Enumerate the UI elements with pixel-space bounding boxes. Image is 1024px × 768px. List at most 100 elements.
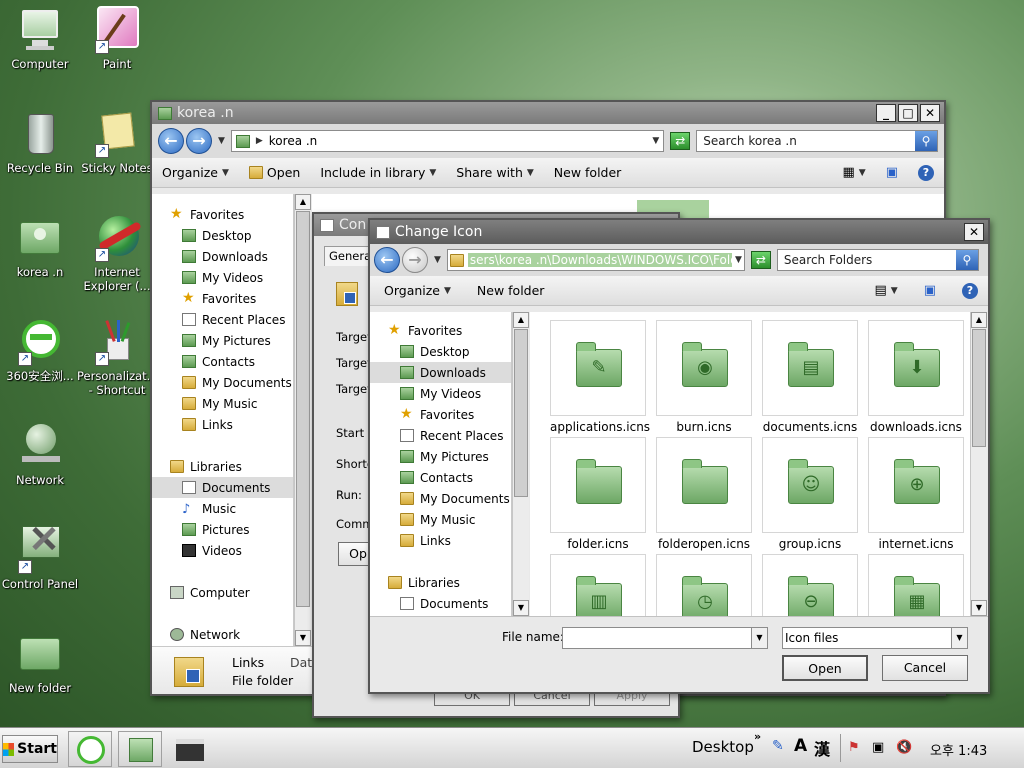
address-dropdown-icon[interactable]: ▼ (735, 255, 742, 265)
nav-favorites[interactable]: ★ Favorites (152, 204, 293, 225)
nav-item-videos[interactable]: Videos (152, 540, 293, 561)
organize-menu[interactable]: Organize ▼ (384, 283, 451, 298)
scroll-thumb[interactable] (514, 329, 528, 497)
nav-item-downloads[interactable]: Downloads (152, 246, 293, 267)
nav-item-links[interactable]: Links (152, 414, 293, 435)
file-name-input[interactable]: ▼ (562, 627, 768, 649)
nav-item-desktop[interactable]: Desktop (370, 341, 511, 362)
nav-item-favorites[interactable]: ★ Favorites (370, 404, 511, 425)
desktop-icon-sticky-notes[interactable]: ↗ Sticky Notes (77, 110, 157, 175)
nav-scrollbar[interactable]: ▲ ▼ (294, 194, 311, 646)
scroll-thumb[interactable] (296, 211, 310, 607)
nav-item-my-music[interactable]: My Music (152, 393, 293, 414)
nav-item-favorites[interactable]: ★ Favorites (152, 288, 293, 309)
desktop-icon-control-panel[interactable]: ↗ Control Panel (0, 526, 80, 591)
scroll-down-arrow[interactable]: ▼ (971, 600, 987, 616)
help-icon[interactable]: ? (918, 164, 934, 181)
back-button[interactable]: ← (374, 247, 400, 273)
scroll-up-arrow[interactable]: ▲ (295, 194, 311, 210)
nav-network[interactable]: Network (152, 624, 293, 645)
open-button[interactable]: Open (782, 655, 868, 681)
volume-muted-icon[interactable]: 🔇 (896, 740, 912, 755)
start-button[interactable]: Start (2, 735, 58, 763)
file-item[interactable]: folder.icns (550, 437, 646, 551)
icon-file-list[interactable]: ✎ applications.icns ◉ burn.icns ▤ docume… (530, 312, 970, 616)
minimize-button[interactable]: _ (876, 104, 896, 122)
address-bar[interactable]: ▶ korea .n ▼ (230, 130, 665, 152)
file-item[interactable]: ⬇ downloads.icns (868, 320, 964, 434)
forward-button[interactable]: → (185, 128, 212, 154)
nav-item-recent-places[interactable]: Recent Places (370, 425, 511, 446)
desktop-icon-recycle-bin[interactable]: Recycle Bin (0, 110, 80, 175)
clock[interactable]: 오후 1:43 (930, 740, 987, 759)
ime-mode-a[interactable]: A (794, 736, 807, 756)
toolbar-expand-icon[interactable]: » (754, 730, 761, 743)
explorer-titlebar[interactable]: korea .n _ □ ✕ (152, 102, 944, 124)
scroll-down-arrow[interactable]: ▼ (295, 630, 311, 646)
desktop-toolbar-label[interactable]: Desktop (692, 738, 754, 756)
help-icon[interactable]: ? (962, 282, 978, 299)
nav-computer[interactable]: Computer (152, 582, 293, 603)
share-with-menu[interactable]: Share with ▼ (456, 165, 534, 180)
file-item[interactable]: ☺ group.icns (762, 437, 858, 551)
open-button[interactable]: Open (248, 165, 300, 180)
nav-item-my-pictures[interactable]: My Pictures (152, 330, 293, 351)
desktop-icon-internet-explorer[interactable]: ↗ Internet Explorer (... (77, 214, 157, 293)
scroll-thumb[interactable] (972, 329, 986, 447)
search-icon[interactable]: ⚲ (955, 250, 978, 270)
new-folder-button[interactable]: New folder (554, 165, 622, 180)
cancel-button[interactable]: Cancel (882, 655, 968, 681)
nav-favorites[interactable]: ★ Favorites (370, 320, 511, 341)
recent-pages-chevron-icon[interactable]: ▼ (218, 136, 225, 146)
tab-general[interactable]: General (324, 246, 374, 266)
taskbar-360-security[interactable] (68, 731, 112, 767)
desktop-icon-360-security[interactable]: ↗ 360安全浏... (0, 318, 80, 383)
view-options-button[interactable]: ▦ ▼ (842, 165, 865, 180)
desktop-icon-personalization[interactable]: ↗ Personalizat... - Shortcut (77, 318, 158, 397)
nav-item-contacts[interactable]: Contacts (370, 467, 511, 488)
search-icon[interactable]: ⚲ (915, 131, 937, 151)
desktop-icon-network[interactable]: Network (0, 422, 80, 487)
file-item[interactable]: ◉ burn.icns (656, 320, 752, 434)
close-button[interactable]: ✕ (964, 223, 984, 241)
nav-libraries[interactable]: Libraries (152, 456, 293, 477)
back-button[interactable]: ← (158, 128, 184, 154)
nav-item-documents[interactable]: Documents (152, 477, 293, 498)
language-bar-icon[interactable]: ✎ (772, 738, 784, 754)
file-item[interactable]: ▤ documents.icns (762, 320, 858, 434)
nav-item-my-documents[interactable]: My Documents (152, 372, 293, 393)
nav-item-my-videos[interactable]: My Videos (370, 383, 511, 404)
maximize-button[interactable]: □ (898, 104, 918, 122)
nav-item-documents[interactable]: Documents (370, 593, 511, 614)
nav-item-music[interactable]: ♪ Music (152, 498, 293, 519)
close-button[interactable]: ✕ (920, 104, 940, 122)
file-item[interactable]: ▥ (550, 554, 646, 616)
nav-item-pictures[interactable]: Pictures (152, 519, 293, 540)
dialog-nav-scrollbar[interactable]: ▲ ▼ (512, 312, 529, 616)
scroll-up-arrow[interactable]: ▲ (971, 312, 987, 328)
preview-pane-button[interactable]: ▣ (924, 283, 936, 298)
nav-item-contacts[interactable]: Contacts (152, 351, 293, 372)
nav-item-desktop[interactable]: Desktop (152, 225, 293, 246)
desktop-icon-user-folder[interactable]: korea .n (0, 214, 80, 279)
forward-button[interactable]: → (402, 247, 428, 273)
desktop-icon-computer[interactable]: Computer (0, 6, 80, 71)
chevron-down-icon[interactable]: ▼ (951, 628, 967, 648)
chevron-down-icon[interactable]: ▼ (751, 628, 767, 648)
file-item[interactable]: ◷ (656, 554, 752, 616)
file-type-select[interactable]: Icon files ▼ (782, 627, 968, 649)
nav-item-recent-places[interactable]: Recent Places (152, 309, 293, 330)
action-center-flag-icon[interactable]: ⚑ (848, 740, 860, 755)
recent-pages-chevron-icon[interactable]: ▼ (434, 255, 441, 265)
nav-item-downloads[interactable]: Downloads (370, 362, 511, 383)
search-input[interactable]: Search korea .n ⚲ (696, 130, 938, 152)
file-item[interactable]: ⊕ internet.icns (868, 437, 964, 551)
refresh-button[interactable]: ⇄ (670, 132, 691, 150)
nav-item-my-videos[interactable]: My Videos (152, 267, 293, 288)
change-icon-dialog[interactable]: Change Icon ✕ ← → ▼ sers\korea .n\Downlo… (368, 218, 990, 694)
taskbar-explorer[interactable] (118, 731, 162, 767)
nav-item-my-pictures[interactable]: My Pictures (370, 446, 511, 467)
scroll-up-arrow[interactable]: ▲ (513, 312, 529, 328)
desktop-icon-new-folder[interactable]: New folder (0, 630, 80, 695)
taskbar-media[interactable] (168, 731, 212, 767)
